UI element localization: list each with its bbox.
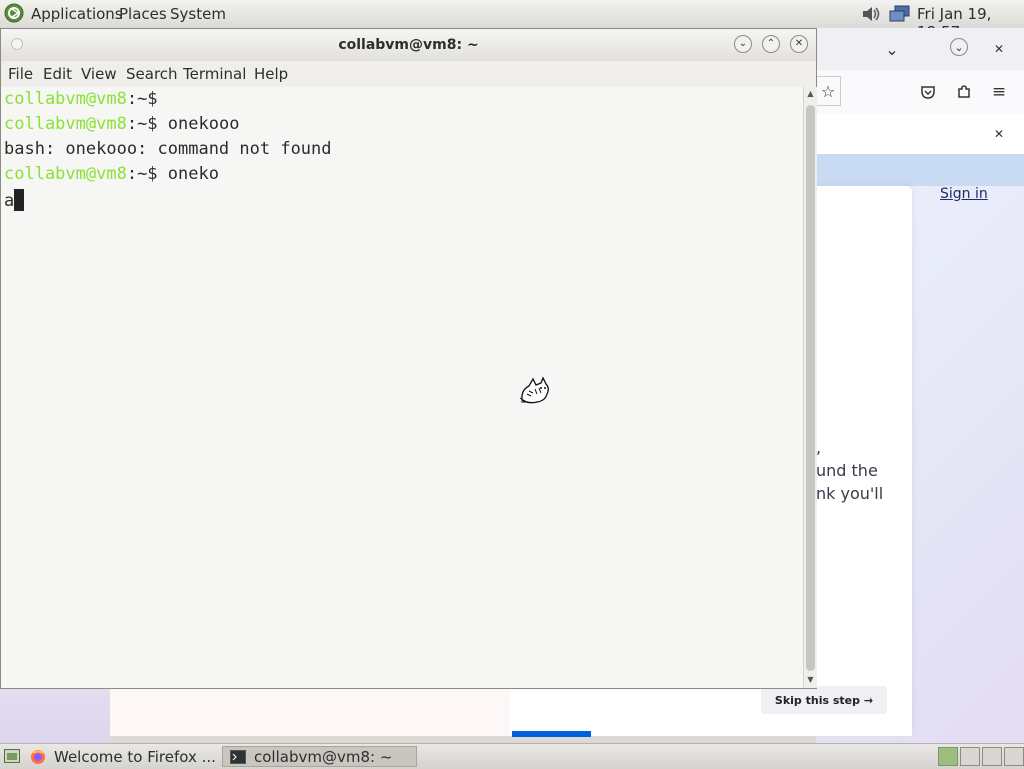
terminal-line: bash: onekooo: command not found — [4, 139, 332, 159]
gnome-foot-icon[interactable] — [4, 3, 24, 23]
bookmark-star-icon[interactable]: ☆ — [816, 76, 841, 106]
places-menu[interactable]: Places — [119, 5, 167, 23]
terminal-line: collabvm@vm8:~$ oneko — [4, 164, 219, 184]
minimize-icon[interactable]: ⌄ — [734, 35, 752, 53]
firefox-notification-bar: ✕ — [816, 114, 1024, 155]
system-menu[interactable]: System — [170, 5, 226, 23]
menu-edit[interactable]: Edit — [43, 65, 72, 83]
terminal-line: collabvm@vm8:~$ — [4, 89, 158, 109]
workspace-2[interactable] — [960, 747, 980, 766]
window-title: collabvm@vm8: ~ — [338, 37, 479, 53]
scroll-down-icon[interactable]: ▼ — [805, 675, 816, 685]
text-cursor — [14, 189, 25, 211]
menu-view[interactable]: View — [81, 65, 117, 83]
firefox-tabbar: ⌄ ⌄ ✕ — [816, 28, 1024, 70]
extensions-icon[interactable] — [953, 81, 975, 103]
firefox-toolbar: ☆ ≡ — [816, 70, 1024, 114]
scrollbar-thumb[interactable] — [806, 105, 815, 671]
close-icon[interactable]: ✕ — [988, 123, 1010, 145]
workspace-4[interactable] — [1004, 747, 1024, 766]
scroll-up-icon[interactable]: ▲ — [805, 89, 816, 99]
taskbar-item-terminal[interactable]: collabvm@vm8: ~ — [222, 746, 417, 767]
menu-file[interactable]: File — [8, 65, 33, 83]
network-icon[interactable] — [889, 4, 911, 24]
onboarding-progress — [512, 731, 591, 737]
welcome-illustration — [110, 688, 510, 736]
terminal-window: collabvm@vm8: ~ ⌄ ⌃ ✕ File Edit View Sea… — [0, 28, 817, 689]
show-desktop-icon[interactable] — [4, 749, 20, 763]
chevron-down-icon[interactable]: ⌄ — [881, 38, 903, 60]
minimize-icon[interactable]: ⌄ — [950, 38, 968, 56]
firefox-window: ⌄ ⌄ ✕ ☆ ≡ ✕ Sign in , und the nk you'll — [816, 28, 1024, 743]
oneko-cat-icon — [519, 376, 549, 404]
terminal-output[interactable]: collabvm@vm8:~$ collabvm@vm8:~$ onekooo … — [1, 87, 803, 688]
volume-icon[interactable] — [860, 4, 884, 24]
close-icon[interactable]: ✕ — [988, 38, 1010, 60]
taskbar-item-firefox[interactable]: Welcome to Firefox ... — [30, 746, 218, 767]
bottom-panel: Welcome to Firefox ... collabvm@vm8: ~ — [0, 743, 1024, 769]
pocket-icon[interactable] — [917, 81, 939, 103]
workspace-3[interactable] — [982, 747, 1002, 766]
workspace-1[interactable] — [938, 747, 958, 766]
firefox-icon — [31, 749, 45, 764]
terminal-icon — [230, 749, 246, 764]
close-icon[interactable]: ✕ — [790, 35, 808, 53]
desktop-background — [0, 688, 110, 743]
menu-help[interactable]: Help — [254, 65, 288, 83]
menu-terminal[interactable]: Terminal — [183, 65, 246, 83]
applications-menu[interactable]: Applications — [31, 5, 123, 23]
menu-search[interactable]: Search — [126, 65, 178, 83]
skip-step-button[interactable]: Skip this step → — [761, 686, 887, 714]
terminal-titlebar[interactable]: collabvm@vm8: ~ ⌄ ⌃ ✕ — [1, 29, 816, 61]
taskbar-item-label: collabvm@vm8: ~ — [254, 747, 393, 766]
sign-in-link[interactable]: Sign in — [940, 186, 988, 202]
firefox-page-strip — [816, 154, 1024, 186]
terminal-menubar: File Edit View Search Terminal Help — [1, 61, 816, 87]
terminal-scrollbar[interactable]: ▲ ▼ — [803, 87, 817, 688]
hamburger-menu-icon[interactable]: ≡ — [988, 81, 1010, 103]
top-panel: Applications Places System Fri Jan 19, 1… — [0, 0, 1024, 41]
terminal-line: collabvm@vm8:~$ onekooo — [4, 114, 240, 134]
taskbar-item-label: Welcome to Firefox ... — [54, 747, 216, 766]
maximize-icon[interactable]: ⌃ — [762, 35, 780, 53]
welcome-body-text: , und the nk you'll — [816, 438, 884, 503]
terminal-input-line[interactable]: a — [4, 189, 25, 211]
